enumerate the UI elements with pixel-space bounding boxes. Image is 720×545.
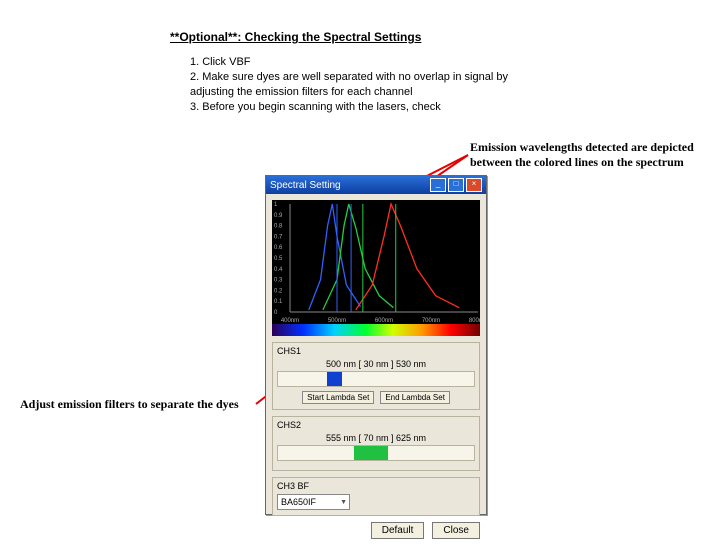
svg-text:600nm: 600nm: [375, 318, 393, 324]
chs1-group: CHS1 500 nm [ 30 nm ] 530 nm Start Lambd…: [272, 342, 480, 410]
svg-text:0: 0: [274, 310, 278, 316]
titlebar[interactable]: Spectral Setting _ □ ×: [266, 176, 486, 194]
svg-text:0.1: 0.1: [274, 299, 283, 305]
svg-text:1: 1: [274, 202, 278, 208]
chs1-range[interactable]: [327, 372, 342, 386]
dialog-title: Spectral Setting: [270, 180, 341, 191]
svg-text:0.8: 0.8: [274, 224, 283, 230]
svg-text:700nm: 700nm: [422, 318, 440, 324]
svg-text:400nm: 400nm: [281, 318, 299, 324]
svg-text:0.4: 0.4: [274, 267, 283, 273]
page: **Optional**: Checking the Spectral Sett…: [0, 0, 720, 540]
ch3-group: CH3 BF BA650IF: [272, 477, 480, 516]
chs1-slider[interactable]: [277, 371, 475, 387]
svg-text:500nm: 500nm: [328, 318, 346, 324]
ch3-dropdown[interactable]: BA650IF: [277, 494, 350, 510]
svg-text:0.7: 0.7: [274, 234, 283, 240]
svg-text:0.5: 0.5: [274, 256, 283, 262]
close-button[interactable]: ×: [466, 178, 482, 192]
spectral-setting-dialog: Spectral Setting _ □ × 1 0.9 0.8 0.7 0.6 0.5 0…: [265, 175, 487, 515]
end-lambda-button[interactable]: End Lambda Set: [380, 391, 450, 404]
close-dialog-button[interactable]: Close: [432, 522, 480, 539]
chs2-label: CHS2: [277, 420, 475, 430]
chs2-range[interactable]: [354, 446, 388, 460]
spectrum-bar: [272, 324, 480, 336]
chs2-group: CHS2 555 nm [ 70 nm ] 625 nm: [272, 416, 480, 471]
chs1-readout: 500 nm [ 30 nm ] 530 nm: [277, 359, 475, 369]
plot-canvas: 1 0.9 0.8 0.7 0.6 0.5 0.4 0.3 0.2 0.1 0400nm 500nm 6…: [272, 200, 480, 324]
svg-text:0.2: 0.2: [274, 288, 283, 294]
minimize-button[interactable]: _: [430, 178, 446, 192]
chs2-slider[interactable]: [277, 445, 475, 461]
svg-text:0.9: 0.9: [274, 213, 283, 219]
default-button[interactable]: Default: [371, 522, 425, 539]
chs2-readout: 555 nm [ 70 nm ] 625 nm: [277, 433, 475, 443]
ch3-label: CH3 BF: [277, 481, 475, 491]
svg-text:800nm: 800nm: [469, 318, 480, 324]
spectrum-plot: 1 0.9 0.8 0.7 0.6 0.5 0.4 0.3 0.2 0.1 0400nm 500nm 6…: [272, 200, 480, 324]
svg-text:0.3: 0.3: [274, 278, 283, 284]
maximize-button[interactable]: □: [448, 178, 464, 192]
start-lambda-button[interactable]: Start Lambda Set: [302, 391, 374, 404]
chs1-label: CHS1: [277, 346, 475, 356]
svg-text:0.6: 0.6: [274, 245, 283, 251]
